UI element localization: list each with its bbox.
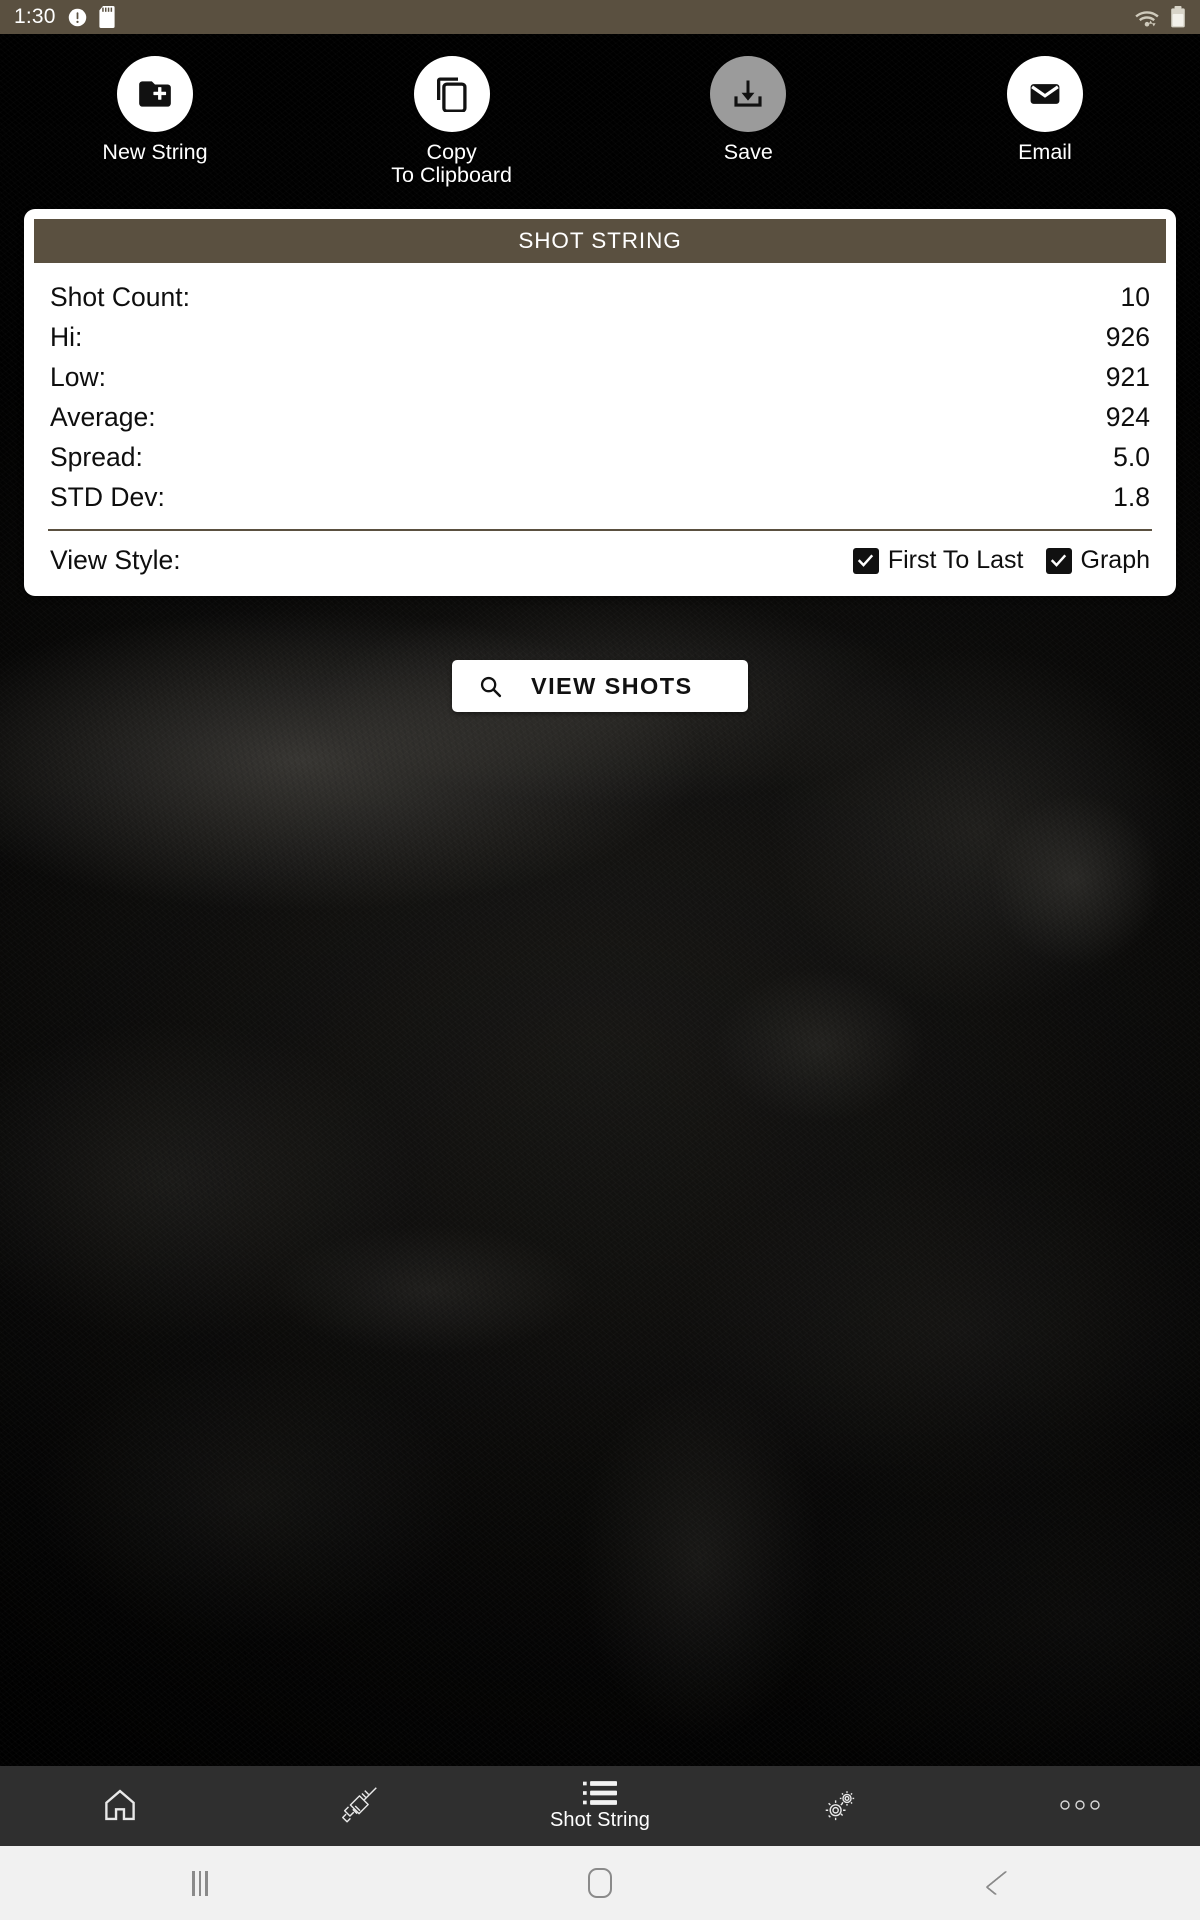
stat-value: 1.8: [1113, 481, 1150, 512]
stat-value: 10: [1120, 281, 1150, 312]
action-toolbar: New String Copy To Clipboard Save Email: [0, 34, 1200, 202]
system-navigation-bar: [0, 1846, 1200, 1920]
save-label: Save: [723, 140, 773, 164]
stat-value: 924: [1105, 401, 1150, 432]
wifi-icon: [1134, 7, 1160, 28]
home-ring: [588, 1868, 612, 1898]
stat-row: Low: 921: [50, 357, 1150, 397]
view-style-options: First To Last Graph: [852, 546, 1150, 575]
first-to-last-checkbox[interactable]: First To Last: [852, 546, 1024, 575]
alert-circle-icon: [67, 7, 88, 28]
view-style-label: View Style:: [50, 545, 181, 575]
rifle-icon: [337, 1782, 383, 1828]
email-envelope-icon: [1027, 76, 1063, 112]
email-button[interactable]: Email: [930, 56, 1160, 164]
bottom-navigation: Shot String: [0, 1766, 1200, 1846]
back-chevron: [984, 1870, 1016, 1896]
save-button[interactable]: Save: [633, 56, 863, 164]
more-dots-icon: [1058, 1797, 1102, 1813]
stat-label: Hi:: [50, 321, 83, 352]
search-magnifier-icon: [478, 674, 503, 699]
view-shots-button[interactable]: VIEW SHOTS: [452, 660, 748, 712]
shot-string-card-title: SHOT STRING: [34, 219, 1166, 263]
stat-label: Spread:: [50, 441, 143, 472]
status-bar-left: 1:30: [14, 5, 117, 29]
back-icon[interactable]: [930, 1846, 1070, 1920]
checkbox-checked-icon: [852, 547, 879, 574]
shot-string-card: SHOT STRING Shot Count: 10 Hi: 926 Low: …: [24, 209, 1176, 596]
email-bubble: [1006, 56, 1083, 132]
nav-label-shot-string: Shot String: [549, 1809, 651, 1831]
email-label: Email: [1018, 140, 1072, 164]
shot-string-stats: Shot Count: 10 Hi: 926 Low: 921 Average:…: [34, 263, 1166, 519]
stat-row: Hi: 926: [50, 317, 1150, 357]
stat-value: 926: [1105, 321, 1150, 352]
create-new-folder-icon: [136, 75, 174, 113]
stat-label: Average:: [50, 401, 156, 432]
gears-icon: [819, 1784, 861, 1826]
list-icon: [583, 1780, 617, 1806]
save-alt-download-icon: [730, 76, 766, 112]
copy-to-clipboard-button[interactable]: Copy To Clipboard: [337, 56, 567, 188]
copy-to-clipboard-label: Copy To Clipboard: [391, 140, 513, 188]
status-bar: 1:30: [0, 0, 1200, 34]
app-screen: 1:30 New String Copy To Clipboard Save E…: [0, 0, 1200, 1920]
first-to-last-label: First To Last: [887, 546, 1024, 574]
nav-item-more[interactable]: [960, 1766, 1200, 1846]
nav-item-settings[interactable]: [720, 1766, 960, 1846]
recents-bars: [192, 1870, 208, 1896]
recents-icon[interactable]: [130, 1846, 270, 1920]
new-string-label: New String: [102, 140, 208, 164]
nav-item-home[interactable]: [0, 1766, 240, 1846]
home-icon[interactable]: [530, 1846, 670, 1920]
stat-row: Average: 924: [50, 397, 1150, 437]
new-string-bubble: [117, 56, 193, 132]
stat-label: STD Dev:: [50, 481, 165, 512]
stat-label: Shot Count:: [50, 281, 190, 312]
stat-row: STD Dev: 1.8: [50, 477, 1150, 517]
save-bubble: [710, 56, 787, 132]
battery-icon: [1170, 6, 1186, 28]
copy-to-clipboard-bubble: [413, 56, 490, 132]
status-bar-clock: 1:30: [14, 5, 56, 28]
graph-checkbox[interactable]: Graph: [1045, 546, 1150, 575]
graph-label: Graph: [1080, 546, 1150, 574]
stat-label: Low:: [50, 361, 106, 392]
view-shots-label: VIEW SHOTS: [531, 672, 693, 699]
copy-icon: [434, 76, 470, 113]
checkbox-checked-icon: [1045, 547, 1072, 574]
stat-row: Shot Count: 10: [50, 277, 1150, 317]
sd-card-icon: [99, 6, 117, 28]
view-style-row: View Style: First To Last Graph: [34, 531, 1166, 596]
stat-value: 921: [1105, 361, 1150, 392]
stat-row: Spread: 5.0: [50, 437, 1150, 477]
home-icon: [101, 1786, 139, 1824]
stat-value: 5.0: [1113, 441, 1150, 472]
nav-item-shot-string[interactable]: Shot String: [480, 1766, 720, 1846]
nav-item-rifle[interactable]: [240, 1766, 480, 1846]
new-string-button[interactable]: New String: [40, 56, 270, 164]
status-bar-right: [1134, 6, 1186, 28]
